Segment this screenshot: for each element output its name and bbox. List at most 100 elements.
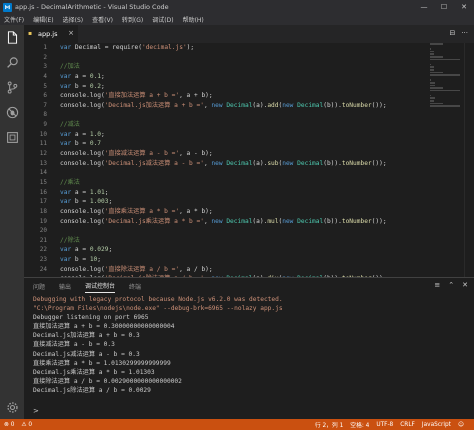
maximize-panel-icon[interactable]: ⌃	[448, 281, 454, 289]
clear-console-icon[interactable]: ≡	[434, 281, 440, 289]
code-line[interactable]	[60, 110, 450, 120]
code-line[interactable]: console.log('Decimal.js乘法运算 a * b =', ne…	[60, 217, 450, 227]
code-line[interactable]: console.log('直接除法运算 a / b =', a / b);	[60, 265, 450, 275]
code-token: Decimal	[226, 217, 253, 225]
code-token: 0.7	[89, 140, 101, 148]
activity-bar	[0, 25, 24, 419]
code-token: (a).	[252, 101, 268, 109]
status-encoding[interactable]: UTF-8	[376, 422, 393, 428]
console-line: 直接乘法运算 a * b = 1.0130299999999999	[33, 359, 171, 367]
minimap-line	[430, 81, 435, 84]
code-token: var	[60, 140, 75, 148]
code-line[interactable]: console.log('直接减法运算 a - b =', a - b);	[60, 149, 450, 159]
status-warnings[interactable]: ⚠ 0	[21, 422, 32, 428]
minimap-line	[430, 53, 435, 55]
maximize-button[interactable]: ☐	[434, 0, 454, 14]
code-line[interactable]: var a = 0.029;	[60, 245, 450, 255]
code-line[interactable]: var b = 1.003;	[60, 197, 450, 207]
code-line[interactable]: var b = 0.2;	[60, 82, 450, 92]
search-icon[interactable]	[4, 54, 20, 70]
tab-terminal[interactable]: 终端	[129, 280, 141, 293]
status-cursor-position[interactable]: 行 2，列 1	[315, 420, 343, 429]
minimap[interactable]	[430, 43, 464, 277]
code-line[interactable]: var a = 1.01;	[60, 188, 450, 198]
code-token: (b)).	[323, 101, 342, 109]
menu-debug[interactable]: 调试(D)	[152, 15, 173, 24]
code-line[interactable]: var b = 10;	[60, 255, 450, 265]
code-line[interactable]	[60, 53, 450, 63]
code-token: new	[282, 217, 298, 225]
minimap-line	[430, 71, 443, 74]
code-token: toNumber	[341, 101, 372, 109]
vertical-scrollbar[interactable]	[464, 43, 474, 277]
minimap-line	[430, 89, 460, 92]
code-line[interactable]: var a = 0.1;	[60, 72, 450, 82]
code-token: (b)).	[323, 159, 342, 167]
code-token: console.log(	[60, 265, 105, 273]
line-number: 24	[39, 265, 47, 273]
status-line-ending[interactable]: CRLF	[400, 422, 415, 428]
menu-view[interactable]: 查看(V)	[92, 15, 113, 24]
code-line[interactable]: console.log('直接加法运算 a + b =', a + b);	[60, 91, 450, 101]
status-language[interactable]: JavaScript	[422, 422, 451, 428]
code-line[interactable]: //加法	[60, 62, 450, 72]
code-line[interactable]: //除法	[60, 236, 450, 246]
more-actions-icon[interactable]: ···	[461, 29, 468, 37]
status-errors[interactable]: ⊗ 0	[4, 422, 14, 428]
close-button[interactable]: ✕	[454, 0, 474, 14]
menu-help[interactable]: 帮助(H)	[183, 15, 204, 24]
code-token: 1.0	[89, 130, 101, 138]
code-line[interactable]: //减法	[60, 120, 450, 130]
code-token: new	[211, 217, 227, 225]
debug-console-output: Debugging with legacy protocol because N…	[24, 294, 474, 395]
bottom-panel: 问题 输出 调试控制台 终端 ≡ ⌃ ✕ Debugging with lega…	[24, 277, 474, 419]
code-token: a =	[74, 188, 90, 196]
menu-goto[interactable]: 转到(G)	[122, 15, 143, 24]
code-token: a =	[74, 130, 90, 138]
code-token: console.log(	[60, 217, 105, 225]
minimap-line	[430, 63, 432, 66]
menu-edit[interactable]: 编辑(E)	[33, 15, 53, 24]
code-line[interactable]: console.log('直接乘法运算 a * b =', a * b);	[60, 207, 450, 217]
files-icon[interactable]	[4, 29, 20, 45]
code-line[interactable]: var a = 1.0;	[60, 130, 450, 140]
extensions-icon[interactable]	[4, 129, 20, 145]
split-editor-icon[interactable]: ⊟	[449, 29, 455, 37]
line-number: 2	[43, 53, 47, 61]
code-token: 'Decimal.js加法运算 a + b ='	[104, 101, 204, 109]
line-number: 22	[39, 246, 47, 254]
line-number: 10	[39, 130, 47, 138]
line-number: 1	[43, 44, 47, 51]
console-input-prompt[interactable]: >	[33, 407, 39, 415]
code-line[interactable]: console.log('Decimal.js加法运算 a + b =', ne…	[60, 101, 450, 111]
code-line[interactable]: //乘法	[60, 178, 450, 188]
tab-debug-console[interactable]: 调试控制台	[85, 279, 116, 293]
console-line: "C:\Program Files\nodejs\node.exe" --deb…	[33, 305, 283, 313]
code-token: toNumber	[341, 217, 372, 225]
menu-selection[interactable]: 选择(S)	[63, 15, 84, 24]
minimap-line	[430, 79, 432, 81]
feedback-smiley-icon[interactable]: ☺	[458, 422, 464, 428]
tab-problems[interactable]: 问题	[33, 280, 45, 293]
minimize-button[interactable]: —	[414, 0, 434, 14]
settings-gear-icon[interactable]	[4, 399, 20, 415]
code-line[interactable]: var Decimal = require('decimal.js');	[60, 43, 450, 53]
code-token: 'Decimal.js减法运算 a - b ='	[104, 159, 204, 167]
code-token: Decimal	[297, 101, 324, 109]
code-area[interactable]: var Decimal = require('decimal.js'); //加…	[60, 43, 450, 277]
close-panel-icon[interactable]: ✕	[462, 281, 468, 289]
code-line[interactable]: var b = 0.7	[60, 139, 450, 149]
debug-icon[interactable]	[4, 104, 20, 120]
code-token: ;	[104, 188, 109, 196]
git-icon[interactable]	[4, 79, 20, 95]
code-editor[interactable]: 1 2 3 4 5 6 7 8 9 10 11 12 13 14 15 16 17 18 19 20 21 22 23 24 …	[24, 43, 474, 277]
tab-app-js[interactable]: ▪ app.js ×	[24, 25, 78, 43]
tab-close-icon[interactable]: ×	[68, 29, 74, 37]
code-line[interactable]: console.log('Decimal.js减法运算 a - b =', ne…	[60, 159, 450, 169]
menu-file[interactable]: 文件(F)	[4, 15, 24, 24]
status-indentation[interactable]: 空格: 4	[350, 420, 369, 429]
code-line[interactable]	[60, 168, 450, 178]
tab-output[interactable]: 输出	[59, 280, 71, 293]
minimap-line	[430, 105, 460, 107]
code-line[interactable]	[60, 226, 450, 236]
